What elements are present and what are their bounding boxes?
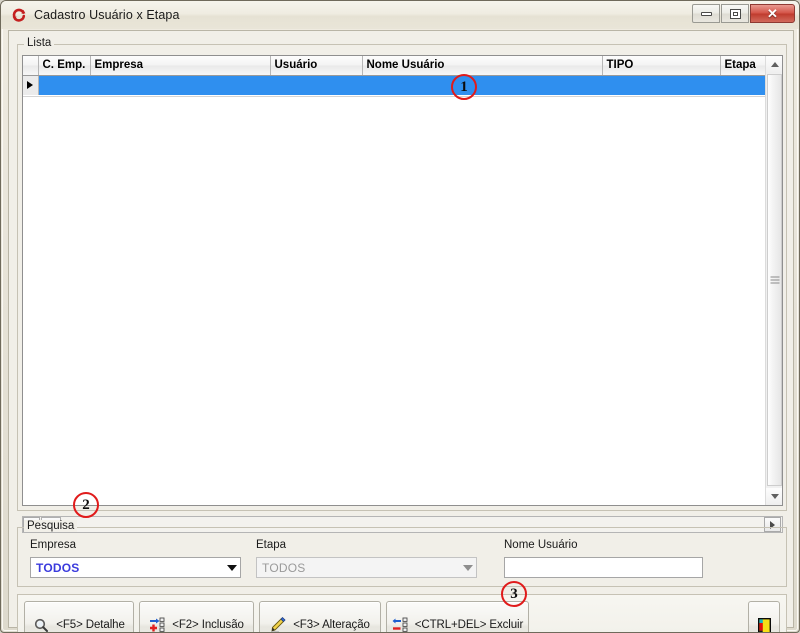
refresh-red-icon: [10, 6, 28, 24]
etapa-combo-value: TODOS: [262, 560, 306, 575]
annotation-marker-3: 3: [501, 581, 527, 607]
cell-c-emp: [38, 75, 91, 95]
list-group-label: Lista: [24, 37, 55, 49]
grid-col-c-emp[interactable]: C. Emp.: [38, 56, 91, 76]
empresa-combo[interactable]: TODOS: [30, 557, 241, 578]
cell-etapa: [720, 75, 768, 95]
scroll-up-button[interactable]: [766, 56, 782, 73]
cell-nome-usuario: [362, 75, 603, 95]
exit-button[interactable]: [748, 601, 780, 632]
maximize-button[interactable]: [721, 4, 749, 23]
nome-usuario-input[interactable]: [504, 557, 703, 578]
cell-empresa: [90, 75, 271, 95]
edit-pencil-icon: [270, 617, 287, 632]
annotation-marker-1: 1: [451, 74, 477, 100]
grid-col-usuario[interactable]: Usuário: [270, 56, 363, 76]
search-group-label: Pesquisa: [24, 520, 78, 532]
delete-record-icon: [392, 617, 409, 632]
list-group-box: Lista C. Emp. Empresa Usuário Nome Usuár…: [17, 37, 787, 533]
inclusao-button-label: <F2> Inclusão: [172, 619, 244, 631]
grid-row-divider: [23, 96, 767, 97]
grid-col-empresa[interactable]: Empresa: [90, 56, 271, 76]
vertical-scroll-thumb[interactable]: [767, 74, 782, 486]
chevron-down-icon[interactable]: [223, 558, 240, 577]
scroll-grip-icon: [770, 276, 779, 284]
detalhe-button[interactable]: <F5> Detalhe: [24, 601, 134, 632]
grid-indicator-header: [23, 56, 39, 76]
alteracao-button-label: <F3> Alteração: [293, 619, 370, 631]
empresa-combo-value: TODOS: [36, 560, 80, 575]
scroll-down-arrow-icon: [770, 494, 779, 499]
grid-col-etapa[interactable]: Etapa: [720, 56, 768, 76]
annotation-marker-2: 2: [73, 492, 99, 518]
magnifier-icon: [33, 617, 50, 632]
button-bar: <F5> Detalhe <F2> Inclusão <F3> Alteraçã…: [17, 594, 787, 632]
close-icon: ✕: [767, 6, 778, 21]
title-bar[interactable]: Cadastro Usuário x Etapa ✕: [1, 1, 799, 29]
add-record-icon: [149, 617, 166, 632]
etapa-label: Etapa: [256, 539, 287, 551]
grid-table: C. Emp. Empresa Usuário Nome Usuário TIP…: [23, 56, 768, 115]
grid-col-nome-usuario[interactable]: Nome Usuário: [362, 56, 603, 76]
grid-col-tipo[interactable]: TIPO: [602, 56, 721, 76]
scroll-down-button[interactable]: [766, 488, 782, 505]
table-row[interactable]: [23, 75, 768, 95]
window-controls: ✕: [691, 4, 795, 23]
maximize-icon: [729, 8, 741, 19]
close-button[interactable]: ✕: [750, 4, 795, 23]
scroll-up-arrow-icon: [770, 62, 779, 67]
current-row-arrow: [23, 75, 39, 95]
chevron-down-icon[interactable]: [459, 558, 476, 577]
minimize-icon: [700, 11, 712, 16]
exit-door-icon: [756, 617, 773, 632]
application-window: Cadastro Usuário x Etapa ✕ Lista C. Emp.…: [0, 0, 800, 633]
grid-vertical-scrollbar[interactable]: [765, 56, 782, 505]
cell-usuario: [270, 75, 363, 95]
excluir-button-label: <CTRL+DEL> Excluir: [414, 619, 524, 631]
detalhe-button-label: <F5> Detalhe: [56, 619, 125, 631]
inclusao-button[interactable]: <F2> Inclusão: [139, 601, 254, 632]
data-grid[interactable]: C. Emp. Empresa Usuário Nome Usuário TIP…: [22, 55, 783, 506]
empresa-label: Empresa: [30, 539, 77, 551]
grid-empty-row: [23, 95, 767, 115]
search-group-box: Pesquisa Empresa TODOS Etapa TODOS Nome …: [17, 520, 787, 587]
etapa-combo[interactable]: TODOS: [256, 557, 477, 578]
nome-usuario-label: Nome Usuário: [504, 539, 578, 551]
window-title: Cadastro Usuário x Etapa: [34, 8, 180, 22]
grid-header-row: C. Emp. Empresa Usuário Nome Usuário TIP…: [23, 56, 768, 76]
cell-tipo: [602, 75, 721, 95]
client-area: Lista C. Emp. Empresa Usuário Nome Usuár…: [8, 30, 794, 632]
alteracao-button[interactable]: <F3> Alteração: [259, 601, 381, 632]
minimize-button[interactable]: [692, 4, 720, 23]
